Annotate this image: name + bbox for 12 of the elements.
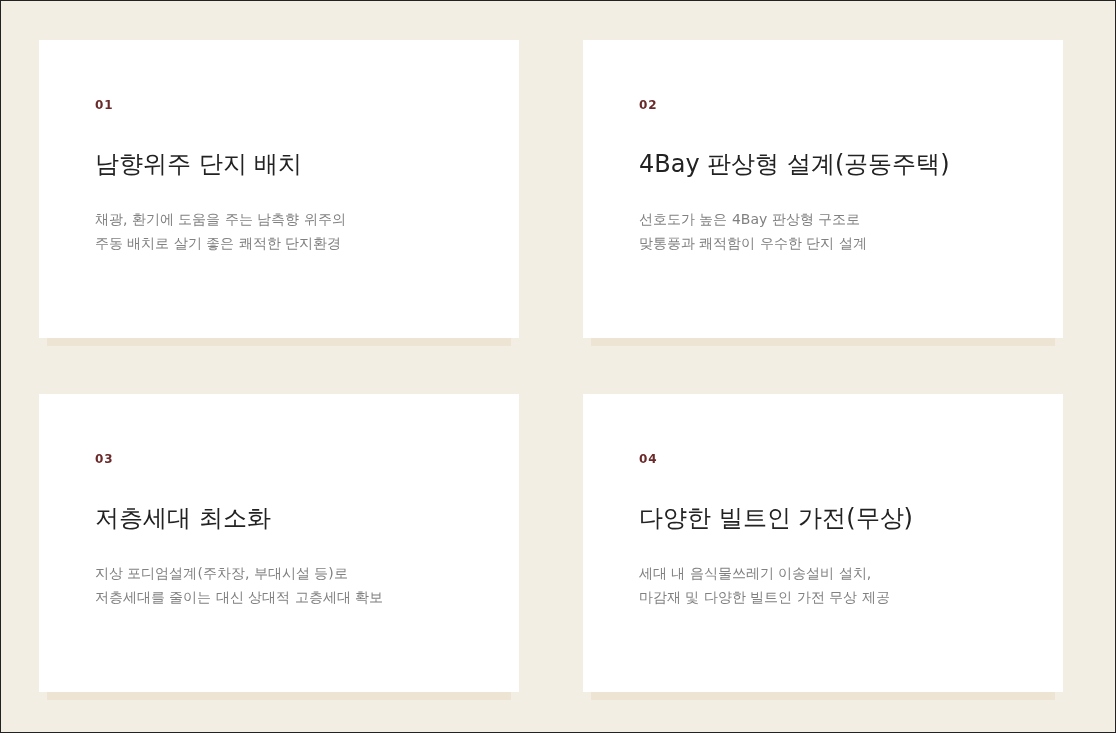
feature-title: 저층세대 최소화 <box>95 503 271 533</box>
feature-number: 03 <box>95 452 114 466</box>
feature-number: 01 <box>95 98 114 112</box>
feature-description: 지상 포디엄설계(주차장, 부대시설 등)로 저층세대를 줄이는 대신 상대적 고층세대 확보 <box>95 564 384 607</box>
feature-description: 세대 내 음식물쓰레기 이송설비 설치, 마감재 및 다양한 빌트인 가전 무상 제공 <box>639 564 890 607</box>
feature-title: 다양한 빌트인 가전(무상) <box>639 503 913 533</box>
feature-description: 선호도가 높은 4Bay 판상형 구조로 맞통풍과 쾌적함이 우수한 단지 설계 <box>639 210 867 253</box>
feature-title: 남향위주 단지 배치 <box>95 149 303 179</box>
feature-title: 4Bay 판상형 설계(공동주택) <box>639 149 950 179</box>
feature-number: 04 <box>639 452 658 466</box>
feature-number: 02 <box>639 98 658 112</box>
feature-description: 채광, 환기에 도움을 주는 남측향 위주의 주동 배치로 살기 좋은 쾌적한 단지환경 <box>95 210 346 253</box>
